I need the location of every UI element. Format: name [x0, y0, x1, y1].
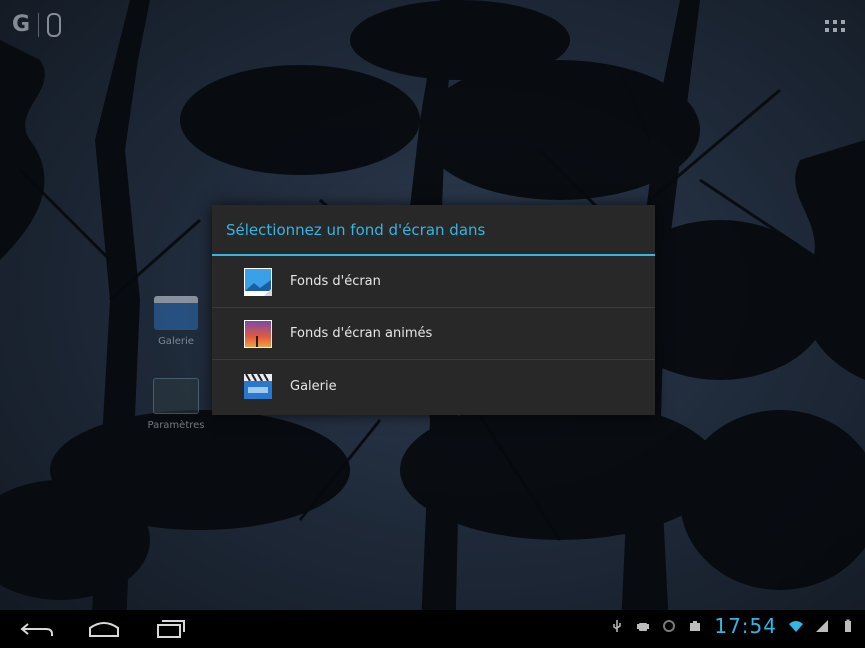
- home-icon-label: Paramètres: [147, 420, 205, 431]
- system-navigation-bar: 17:54: [0, 610, 865, 648]
- option-live-wallpapers[interactable]: Fonds d'écran animés: [212, 308, 655, 360]
- microphone-icon[interactable]: [47, 12, 62, 37]
- option-label: Fonds d'écran: [290, 274, 381, 289]
- gallery-icon: [154, 296, 198, 330]
- wifi-icon: [789, 621, 803, 632]
- option-label: Galerie: [290, 378, 337, 394]
- signal-icon: [816, 620, 828, 632]
- all-apps-icon[interactable]: [825, 20, 847, 34]
- home-icon-settings[interactable]: Paramètres: [146, 378, 206, 431]
- home-button[interactable]: [84, 616, 124, 642]
- option-wallpapers[interactable]: Fonds d'écran: [212, 256, 655, 308]
- live-wallpaper-icon: [244, 319, 272, 348]
- home-icon-label: Galerie: [158, 336, 194, 347]
- wallpaper-chooser-dialog: Sélectionnez un fond d'écran dans Fonds …: [212, 205, 655, 415]
- gallery-icon: [244, 373, 272, 399]
- google-search-icon: G: [12, 12, 31, 37]
- search-divider: [38, 12, 40, 37]
- home-screen: G Galerie Paramètres Sélectionnez un fon…: [0, 0, 865, 648]
- settings-icon: [153, 378, 199, 414]
- android-debug-icon: [637, 623, 650, 631]
- option-gallery[interactable]: Galerie: [212, 360, 655, 412]
- option-label: Fonds d'écran animés: [290, 326, 433, 341]
- recent-apps-button[interactable]: [150, 616, 190, 642]
- battery-icon: [845, 619, 851, 632]
- back-button[interactable]: [18, 616, 58, 642]
- wallpaper-icon: [244, 267, 272, 296]
- home-icon-gallery[interactable]: Galerie: [146, 296, 206, 347]
- status-clock: 17:54: [714, 614, 777, 638]
- sync-icon: [663, 620, 676, 632]
- briefcase-icon: [690, 621, 701, 631]
- usb-icon: [613, 620, 622, 632]
- dialog-title: Sélectionnez un fond d'écran dans: [212, 205, 655, 256]
- google-search-bar[interactable]: G: [12, 12, 62, 37]
- status-area[interactable]: 17:54: [610, 614, 855, 638]
